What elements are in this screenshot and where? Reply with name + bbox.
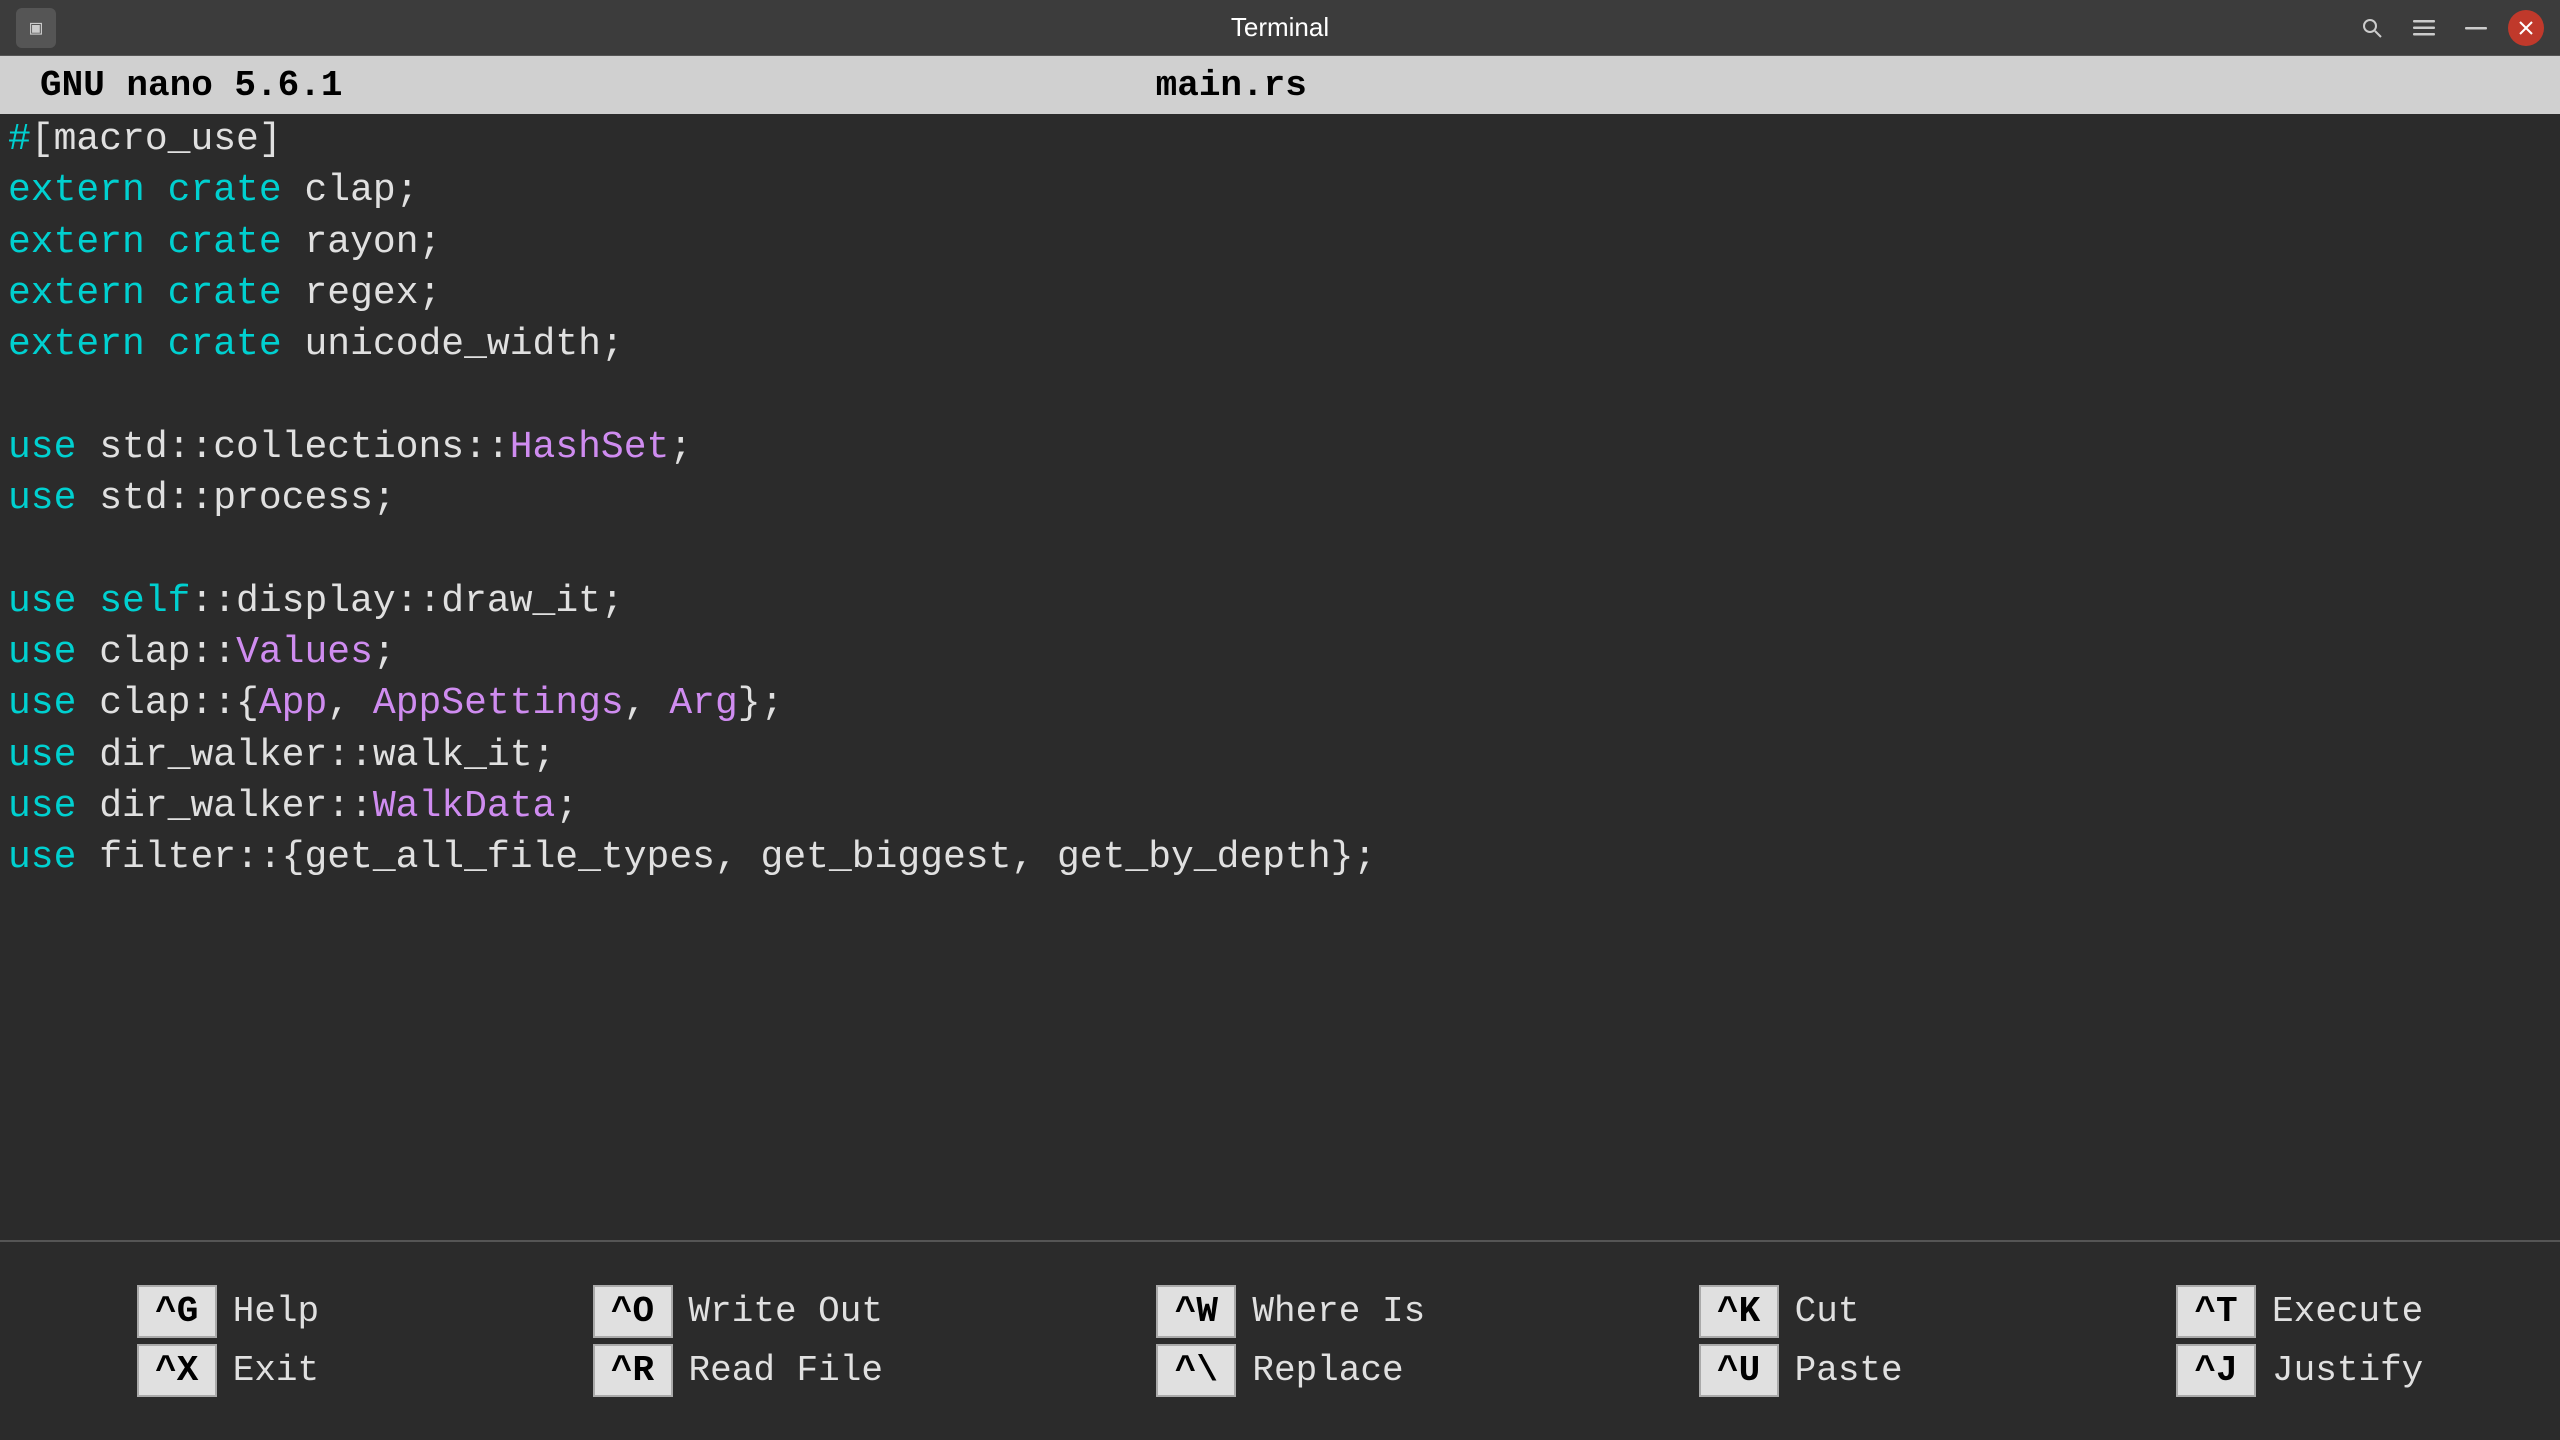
shortcut-group: ^W Where Is ^\ Replace xyxy=(1156,1285,1425,1397)
shortcut-label: Replace xyxy=(1252,1350,1403,1391)
shortcut-label: Justify xyxy=(2272,1350,2423,1391)
shortcut-label: Paste xyxy=(1795,1350,1903,1391)
code-line: use clap::{App, AppSettings, Arg}; xyxy=(8,678,2552,729)
code-line: use self::display::draw_it; xyxy=(8,576,2552,627)
shortcut-key: ^X xyxy=(137,1344,217,1397)
shortcut-item[interactable]: ^J Justify xyxy=(2176,1344,2423,1397)
shortcut-item[interactable]: ^O Write Out xyxy=(593,1285,883,1338)
code-line: use dir_walker::WalkData; xyxy=(8,781,2552,832)
shortcut-key: ^\ xyxy=(1156,1344,1236,1397)
shortcut-key: ^U xyxy=(1699,1344,1779,1397)
shortcut-item[interactable]: ^T Execute xyxy=(2176,1285,2423,1338)
shortcut-label: Execute xyxy=(2272,1291,2423,1332)
search-button[interactable] xyxy=(2352,8,2392,48)
shortcut-group: ^O Write Out ^R Read File xyxy=(593,1285,883,1397)
code-line: extern crate unicode_width; xyxy=(8,319,2552,370)
shortcut-key: ^W xyxy=(1156,1285,1236,1338)
shortcut-item[interactable]: ^R Read File xyxy=(593,1344,883,1397)
menu-button[interactable] xyxy=(2404,8,2444,48)
code-line: use filter::{get_all_file_types, get_big… xyxy=(8,832,2552,883)
code-line: #[macro_use] xyxy=(8,114,2552,165)
code-line: use std::collections::HashSet; xyxy=(8,422,2552,473)
shortcut-key: ^T xyxy=(2176,1285,2256,1338)
app-icon: ▣ xyxy=(16,8,56,48)
code-line: use clap::Values; xyxy=(8,627,2552,678)
close-button[interactable] xyxy=(2508,10,2544,46)
shortcut-label: Read File xyxy=(689,1350,883,1391)
shortcut-key: ^G xyxy=(137,1285,217,1338)
shortcut-item[interactable]: ^X Exit xyxy=(137,1344,319,1397)
shortcut-label: Help xyxy=(233,1291,319,1332)
titlebar-left: ▣ xyxy=(16,8,56,48)
titlebar-title: Terminal xyxy=(1231,12,1329,43)
titlebar: ▣ Terminal xyxy=(0,0,2560,56)
shortcut-key: ^R xyxy=(593,1344,673,1397)
shortcut-item[interactable]: ^G Help xyxy=(137,1285,319,1338)
nano-header: GNU nano 5.6.1 main.rs xyxy=(0,56,2560,114)
shortcut-key: ^O xyxy=(593,1285,673,1338)
code-line xyxy=(8,524,2552,575)
shortcut-key: ^J xyxy=(2176,1344,2256,1397)
nano-version: GNU nano 5.6.1 xyxy=(40,65,342,106)
shortcut-group: ^K Cut ^U Paste xyxy=(1699,1285,1903,1397)
editor: #[macro_use]extern crate clap;extern cra… xyxy=(0,114,2560,1240)
shortcut-item[interactable]: ^W Where Is xyxy=(1156,1285,1425,1338)
code-line: extern crate regex; xyxy=(8,268,2552,319)
shortcut-label: Cut xyxy=(1795,1291,1860,1332)
code-line xyxy=(8,370,2552,421)
shortcut-label: Where Is xyxy=(1252,1291,1425,1332)
shortcut-label: Write Out xyxy=(689,1291,883,1332)
code-line: use std::process; xyxy=(8,473,2552,524)
code-line: extern crate rayon; xyxy=(8,217,2552,268)
shortcut-key: ^K xyxy=(1699,1285,1779,1338)
minimize-button[interactable] xyxy=(2456,8,2496,48)
shortcut-group: ^G Help ^X Exit xyxy=(137,1285,319,1397)
code-line: use dir_walker::walk_it; xyxy=(8,730,2552,781)
code-line: extern crate clap; xyxy=(8,165,2552,216)
shortcut-group: ^T Execute ^J Justify xyxy=(2176,1285,2423,1397)
nano-filename: main.rs xyxy=(342,65,2120,106)
bottom-bar: ^G Help ^X Exit ^O Write Out ^R Read File ^W Wher… xyxy=(0,1240,2560,1440)
shortcut-item[interactable]: ^\ Replace xyxy=(1156,1344,1403,1397)
shortcut-label: Exit xyxy=(233,1350,319,1391)
titlebar-right xyxy=(2352,8,2544,48)
shortcut-item[interactable]: ^K Cut xyxy=(1699,1285,1860,1338)
shortcut-item[interactable]: ^U Paste xyxy=(1699,1344,1903,1397)
